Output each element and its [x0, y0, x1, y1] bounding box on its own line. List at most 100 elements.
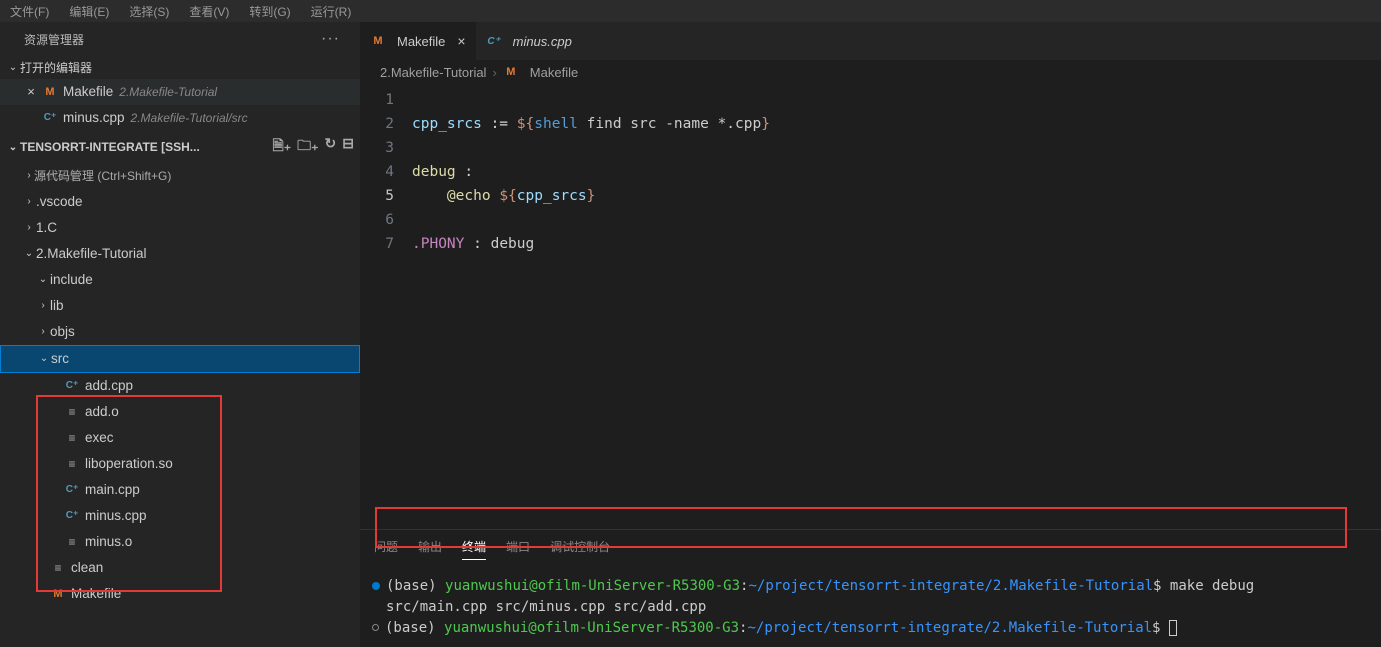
tree-label: objs — [50, 321, 75, 343]
open-editor-item[interactable]: C⁺minus.cpp2.Makefile-Tutorial/src — [0, 105, 360, 131]
tree-item[interactable]: ≡clean — [0, 555, 360, 581]
tree-item[interactable]: C⁺ main.cpp — [0, 477, 360, 503]
tree-label: lib — [50, 295, 64, 317]
file-icon: M — [42, 84, 58, 100]
breadcrumb-file[interactable]: Makefile — [530, 65, 578, 80]
tree-label: src — [51, 348, 69, 370]
code-editor[interactable]: 12cpp_srcs := ${shell find src -name *.c… — [360, 84, 1381, 529]
tree-item[interactable]: ›1.C — [0, 215, 360, 241]
chevron-icon: ⌄ — [22, 243, 36, 265]
file-icon: ≡ — [50, 560, 66, 576]
chevron-down-icon: ⌄ — [6, 142, 20, 153]
editor-tabs: M Makefile × C⁺minus.cpp — [360, 22, 1381, 60]
scm-tooltip: 源代码管理 (Ctrl+Shift+G) — [30, 165, 175, 186]
tree-label: main.cpp — [85, 479, 140, 501]
code-content[interactable]: .PHONY : debug — [412, 232, 534, 256]
panel-tab[interactable]: 调试控制台 — [550, 538, 610, 560]
status-dot-icon — [372, 582, 380, 590]
code-content[interactable]: debug : — [412, 160, 473, 184]
term-end: $ — [1153, 578, 1170, 594]
chevron-icon: ⌄ — [37, 348, 51, 370]
breadcrumb-folder[interactable]: 2.Makefile-Tutorial — [380, 65, 486, 80]
term-path: ~/project/tensorrt-integrate/2.Makefile-… — [748, 578, 1153, 594]
tree-label: include — [50, 269, 93, 291]
menu-select[interactable]: 选择(S) — [129, 3, 169, 20]
terminal-body[interactable]: (base) yuanwushui@ofilm-UniServer-R5300-… — [360, 568, 1381, 647]
tree-item[interactable]: ⌄2.Makefile-Tutorial — [0, 241, 360, 267]
explorer-sidebar: 资源管理器 ··· ⌄ 打开的编辑器 ×MMakefile2.Makefile-… — [0, 22, 360, 647]
tree-item[interactable]: ≡add.o — [0, 399, 360, 425]
makefile-icon: M — [503, 64, 519, 80]
file-icon: M — [50, 586, 66, 602]
tree-item[interactable]: C⁺ add.cpp — [0, 373, 360, 399]
file-tree: ›.series›.vscode›1.C⌄2.Makefile-Tutorial… — [0, 163, 360, 647]
file-icon: ≡ — [64, 430, 80, 446]
chevron-icon: ⌄ — [36, 269, 50, 291]
file-icon: M — [370, 33, 386, 49]
chevron-icon: › — [36, 321, 50, 343]
tab-label: Makefile — [397, 34, 445, 49]
chevron-right-icon: › — [492, 65, 496, 80]
refresh-icon[interactable]: ↻ — [325, 135, 337, 159]
new-folder-icon[interactable]: 🗀₊ — [297, 135, 318, 159]
menu-file[interactable]: 文件(F) — [10, 3, 49, 20]
file-icon: C⁺ — [64, 378, 80, 394]
tree-item[interactable]: M Makefile — [0, 581, 360, 607]
file-icon: C⁺ — [64, 508, 80, 524]
editor-tab[interactable]: M Makefile × — [360, 22, 476, 60]
menu-run[interactable]: 运行(R) — [311, 3, 352, 20]
tree-label: add.cpp — [85, 375, 133, 397]
project-section[interactable]: ⌄ TENSORRT-INTEGRATE [SSH... 🗎₊ 🗀₊ ↻ ⊟ — [0, 131, 360, 163]
menubar: 文件(F) 编辑(E) 选择(S) 查看(V) 转到(G) 运行(R) — [0, 0, 1381, 22]
file-icon: C⁺ — [42, 110, 58, 126]
tree-item[interactable]: ›lib — [0, 293, 360, 319]
tree-item[interactable]: ⌄src — [0, 345, 360, 373]
panel-tab[interactable]: 终端 — [462, 538, 486, 560]
panel-tab[interactable]: 端口 — [506, 538, 530, 560]
code-content[interactable]: @echo ${cpp_srcs} — [412, 184, 595, 208]
tree-item[interactable]: ⌄include — [0, 267, 360, 293]
line-number: 5 — [360, 184, 412, 208]
editor-label: Makefile — [63, 81, 113, 103]
breadcrumb[interactable]: 2.Makefile-Tutorial › M Makefile — [360, 60, 1381, 84]
file-icon: C⁺ — [64, 482, 80, 498]
tree-label: exec — [85, 427, 114, 449]
tree-item[interactable]: ≡ exec — [0, 425, 360, 451]
tree-item[interactable]: ›.vscode — [0, 189, 360, 215]
close-icon[interactable]: × — [24, 81, 38, 103]
chevron-icon: › — [22, 217, 36, 239]
status-dot-icon — [372, 624, 379, 631]
project-title: TENSORRT-INTEGRATE [SSH... — [20, 140, 200, 154]
file-icon: ≡ — [64, 534, 80, 550]
more-icon[interactable]: ··· — [321, 30, 340, 48]
term-base: (base) — [386, 578, 445, 594]
tree-label: 2.Makefile-Tutorial — [36, 243, 147, 265]
collapse-icon[interactable]: ⊟ — [342, 135, 354, 159]
open-editor-item[interactable]: ×MMakefile2.Makefile-Tutorial — [0, 79, 360, 105]
tree-label: liboperation.so — [85, 453, 173, 475]
terminal-panel: 问题输出终端端口调试控制台 (base) yuanwushui@ofilm-Un… — [360, 529, 1381, 647]
panel-tab[interactable]: 问题 — [374, 538, 398, 560]
close-icon[interactable]: × — [457, 33, 465, 49]
tree-item[interactable]: ›objs — [0, 319, 360, 345]
menu-view[interactable]: 查看(V) — [189, 3, 229, 20]
panel-tab[interactable]: 输出 — [418, 538, 442, 560]
term-base: (base) — [385, 620, 444, 636]
open-editors-section[interactable]: ⌄ 打开的编辑器 — [0, 56, 360, 79]
term-command: make debug — [1170, 578, 1254, 594]
line-number: 6 — [360, 208, 412, 232]
tree-label: Makefile — [71, 583, 121, 605]
code-content[interactable]: cpp_srcs := ${shell find src -name *.cpp… — [412, 112, 770, 136]
menu-go[interactable]: 转到(G) — [249, 3, 290, 20]
tree-item[interactable]: ≡liboperation.so — [0, 451, 360, 477]
new-file-icon[interactable]: 🗎₊ — [272, 135, 291, 159]
editor-tab[interactable]: C⁺minus.cpp — [476, 22, 582, 60]
line-number: 7 — [360, 232, 412, 256]
tree-item[interactable]: C⁺minus.cpp — [0, 503, 360, 529]
menu-edit[interactable]: 编辑(E) — [69, 3, 109, 20]
chevron-icon: › — [36, 295, 50, 317]
editor-label: minus.cpp — [63, 107, 125, 129]
cursor-icon — [1169, 620, 1177, 636]
tree-item[interactable]: ≡ minus.o — [0, 529, 360, 555]
tree-label: minus.o — [85, 531, 132, 553]
